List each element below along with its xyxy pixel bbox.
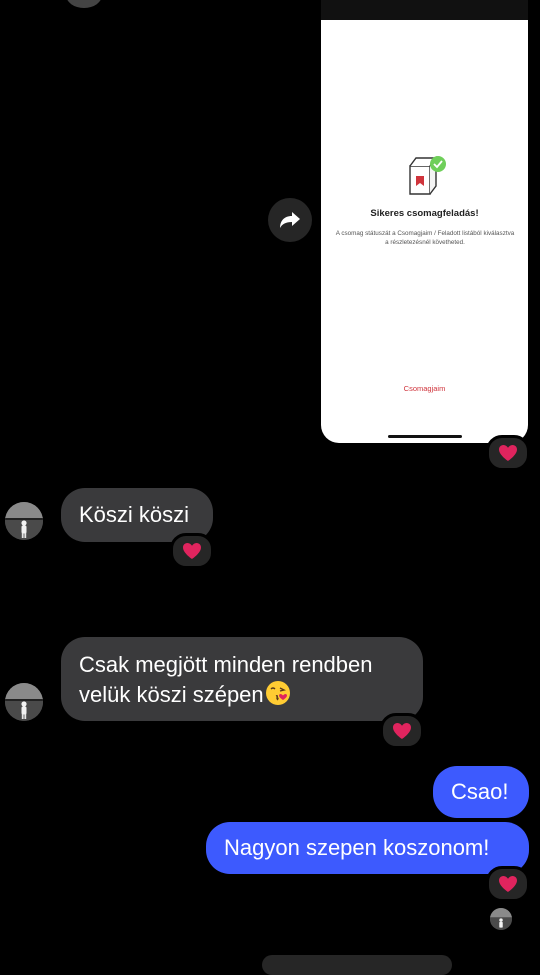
shared-screenshot-image[interactable]: Sikeres csomagfeladás! A csomag státuszá…	[321, 0, 528, 443]
seen-avatar	[490, 908, 512, 930]
screenshot-link: Csomagjaim	[403, 384, 446, 393]
message-text-line: Csak megjött minden rendben	[79, 652, 373, 677]
avatar	[66, 0, 102, 8]
heart-reaction[interactable]	[380, 713, 424, 749]
screenshot-description: A csomag státuszát a Csomagjaim / Felado…	[335, 230, 515, 246]
heart-reaction[interactable]	[170, 533, 214, 569]
message-text: Nagyon szepen koszonom!	[224, 835, 490, 860]
heart-icon	[183, 543, 201, 559]
composer-bar-peek	[262, 955, 452, 975]
message-text: Köszi köszi	[79, 502, 190, 527]
heart-icon	[499, 445, 517, 461]
screenshot-title: Sikeres csomagfeladás!	[370, 208, 479, 219]
avatar[interactable]	[5, 683, 43, 721]
message-bubble-incoming[interactable]: Csak megjött minden rendben velük köszi …	[61, 637, 423, 721]
home-indicator	[388, 435, 462, 438]
heart-icon	[393, 723, 411, 739]
face-blowing-kiss-icon	[265, 681, 290, 705]
heart-icon	[499, 876, 517, 892]
message-bubble-outgoing[interactable]: Csao!	[433, 766, 529, 818]
heart-reaction[interactable]	[486, 866, 530, 902]
share-arrow-icon	[280, 212, 300, 228]
message-text: Csao!	[451, 779, 509, 804]
message-bubble-outgoing[interactable]: Nagyon szepen koszonom!	[206, 822, 529, 874]
person-silhouette-icon	[5, 502, 43, 540]
person-silhouette-icon	[5, 683, 43, 721]
package-success-icon	[409, 155, 446, 195]
screenshot-status-bar	[321, 0, 528, 20]
avatar[interactable]	[5, 502, 43, 540]
heart-reaction[interactable]	[486, 435, 530, 471]
person-silhouette-icon	[490, 908, 512, 930]
message-text-line: velük köszi szépen	[79, 680, 405, 710]
share-button[interactable]	[268, 198, 312, 242]
